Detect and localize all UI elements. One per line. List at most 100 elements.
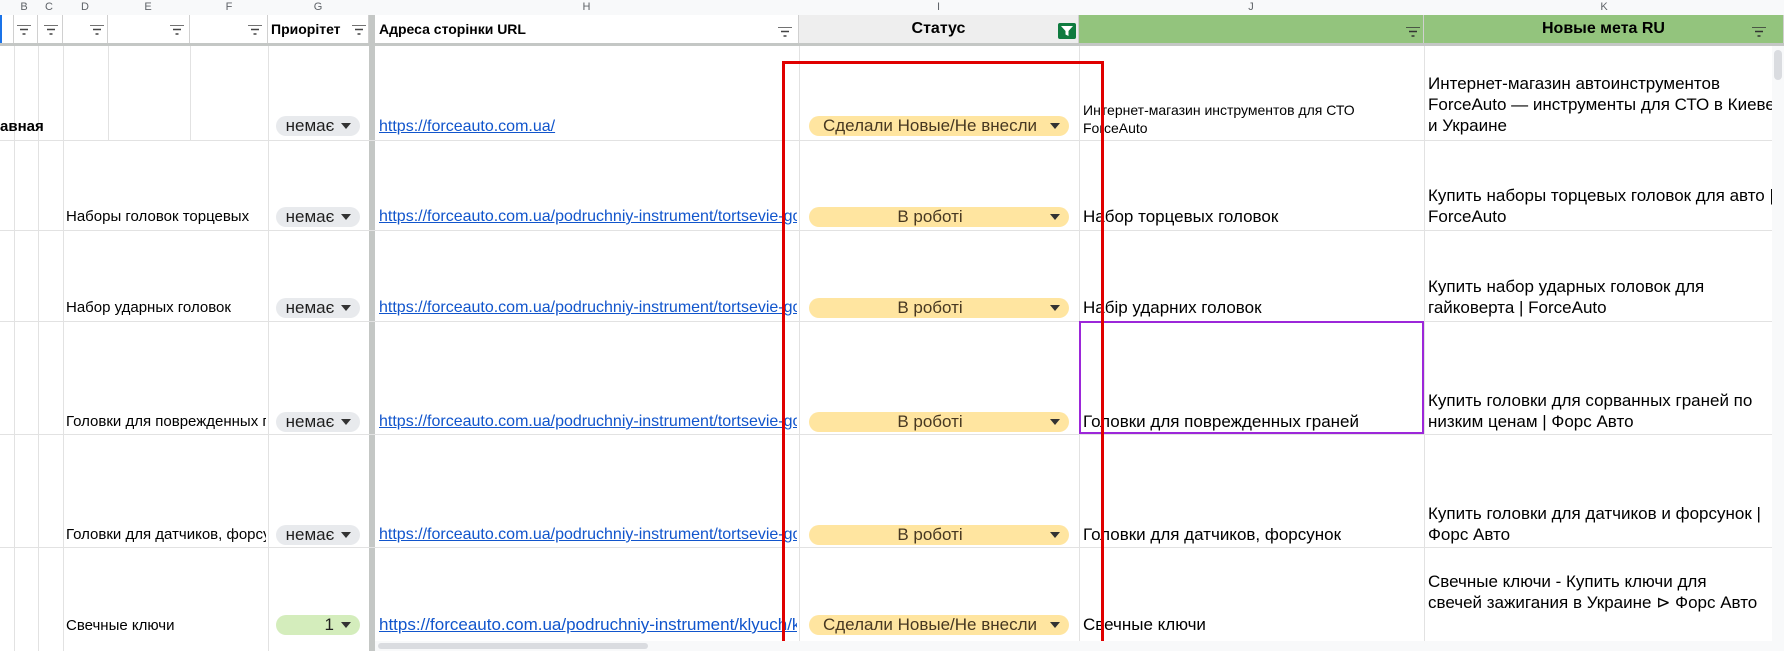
row-name[interactable]: Головки для поврежденных г (66, 412, 266, 432)
priority-chip-label: 1 (324, 615, 334, 634)
column-letter-k[interactable]: K (1424, 0, 1784, 15)
chevron-down-icon (1050, 622, 1060, 628)
page-url-link[interactable]: https://forceauto.com.ua/podruchniy-inst… (379, 615, 797, 635)
header-url[interactable]: Адреса сторінки URL (375, 15, 799, 43)
column-letter-h[interactable]: H (375, 0, 798, 15)
row-name[interactable]: Наборы головок торцевых (66, 207, 266, 227)
filter-active-icon[interactable] (1058, 23, 1076, 39)
priority-chip-label: немає (285, 207, 335, 226)
meta-new-cell[interactable]: Купить набор ударных головок для гайкове… (1428, 276, 1778, 318)
status-chip[interactable]: Сделали Новые/Не внесли (809, 116, 1069, 136)
meta-old-cell[interactable]: Головки для датчиков, форсунок (1083, 524, 1419, 545)
chevron-down-icon (1050, 419, 1060, 425)
chevron-down-icon (341, 305, 351, 311)
filter-icon[interactable] (248, 25, 262, 35)
vertical-scrollbar-thumb[interactable] (1774, 50, 1782, 80)
chevron-down-icon (341, 419, 351, 425)
chevron-down-icon (341, 532, 351, 538)
meta-new-cell[interactable]: Купить наборы торцевых головок для авто … (1428, 185, 1778, 227)
row-name[interactable]: Головки для датчиков, форсу (66, 525, 266, 545)
priority-chip[interactable]: немає (276, 525, 360, 545)
priority-chip[interactable]: немає (276, 298, 360, 318)
filter-icon[interactable] (1752, 27, 1766, 37)
row-name[interactable]: Свечные ключи (66, 616, 266, 636)
header-status[interactable]: Статус (799, 15, 1079, 43)
filter-icon[interactable] (17, 25, 31, 35)
meta-new-cell[interactable]: Интернет-магазин автоинструментов ForceA… (1428, 73, 1778, 136)
column-letter-d[interactable]: D (63, 0, 107, 15)
column-letter-g[interactable]: G (268, 0, 368, 15)
chevron-down-icon (341, 123, 351, 129)
chevron-down-icon (1050, 532, 1060, 538)
page-url-link[interactable]: https://forceauto.com.ua/podruchniy-inst… (379, 207, 797, 227)
frozen-column-divider-top[interactable] (369, 15, 375, 46)
status-chip-label: Сделали Новые/Не внесли (822, 116, 1037, 135)
page-url-link[interactable]: https://forceauto.com.ua/ (379, 117, 797, 137)
status-chip-label: Сделали Новые/Не внесли (822, 615, 1037, 634)
header-new-meta-ru[interactable]: Новые мета RU (1424, 15, 1784, 43)
column-letter-f[interactable]: F (190, 0, 268, 15)
status-chip[interactable]: Сделали Новые/Не внесли (809, 615, 1069, 635)
priority-chip-label: немає (285, 298, 335, 317)
status-chip[interactable]: В роботі (809, 298, 1069, 318)
meta-old-cell[interactable]: Набор торцевых головок (1083, 206, 1419, 227)
status-chip[interactable]: В роботі (809, 207, 1069, 227)
priority-chip[interactable]: немає (276, 116, 360, 136)
priority-chip[interactable]: немає (276, 412, 360, 432)
priority-chip-label: немає (285, 525, 335, 544)
column-letter-j[interactable]: J (1079, 0, 1423, 15)
column-letter-c[interactable]: C (38, 0, 60, 15)
header-meta-old[interactable] (1079, 15, 1424, 43)
table-row: Наборы головок торцевых немає https://fo… (0, 141, 1784, 230)
column-letter-b[interactable]: B (16, 0, 32, 15)
priority-chip-label: немає (285, 116, 335, 135)
page-url-link[interactable]: https://forceauto.com.ua/podruchniy-inst… (379, 412, 797, 432)
column-letter-e[interactable]: E (108, 0, 188, 15)
page-url-link[interactable]: https://forceauto.com.ua/podruchniy-inst… (379, 525, 797, 545)
header-priority-label: Приорітет (271, 21, 341, 37)
filter-icon[interactable] (170, 25, 184, 35)
filter-header-row: Приорітет Адреса сторінки URL Статус Нов… (0, 15, 1784, 46)
row-name[interactable]: Набор ударных головок (66, 298, 266, 318)
chevron-down-icon (1050, 123, 1060, 129)
filter-icon[interactable] (90, 25, 104, 35)
filter-icon[interactable] (44, 25, 58, 35)
filter-icon[interactable] (778, 27, 792, 37)
table-row: Свечные ключи 1 https://forceauto.com.ua… (0, 548, 1784, 643)
header-cell-a[interactable] (0, 15, 14, 43)
chevron-down-icon (341, 214, 351, 220)
table-row: авная немає https://forceauto.com.ua/ Сд… (0, 46, 1784, 140)
table-row: Головки для поврежденных г немає https:/… (0, 322, 1784, 434)
priority-chip[interactable]: немає (276, 207, 360, 227)
chevron-down-icon (341, 622, 351, 628)
meta-old-cell[interactable]: Свечные ключи (1083, 614, 1419, 635)
page-url-link[interactable]: https://forceauto.com.ua/podruchniy-inst… (379, 298, 797, 318)
priority-chip-label: немає (285, 412, 335, 431)
status-chip-label: В роботі (897, 525, 963, 544)
active-cell-selection[interactable] (1079, 321, 1424, 434)
status-chip-label: В роботі (897, 207, 963, 226)
table-row: Набор ударных головок немає https://forc… (0, 231, 1784, 321)
header-status-label: Статус (911, 20, 966, 37)
row-name[interactable]: авная (0, 117, 60, 137)
meta-new-cell[interactable]: Купить головки для датчиков и форсунок |… (1428, 503, 1778, 545)
status-chip[interactable]: В роботі (809, 412, 1069, 432)
header-new-meta-ru-label: Новые мета RU (1542, 20, 1665, 37)
filter-icon[interactable] (352, 25, 366, 35)
meta-old-cell[interactable]: Интернет-магазин инструментов для СТО Fo… (1083, 101, 1419, 137)
vertical-scrollbar-track[interactable] (1772, 46, 1784, 651)
status-chip[interactable]: В роботі (809, 525, 1069, 545)
meta-old-cell[interactable]: Набір ударних головок (1083, 297, 1419, 318)
meta-new-cell[interactable]: Купить головки для сорванных граней по н… (1428, 390, 1778, 432)
table-row: Головки для датчиков, форсу немає https:… (0, 435, 1784, 547)
column-letter-i[interactable]: I (799, 0, 1078, 15)
status-chip-label: В роботі (897, 412, 963, 431)
horizontal-scrollbar-thumb[interactable] (378, 643, 648, 649)
status-chip-label: В роботі (897, 298, 963, 317)
meta-new-cell[interactable]: Свечные ключи - Купить ключи для свечей … (1428, 571, 1758, 613)
priority-chip[interactable]: 1 (276, 615, 360, 635)
chevron-down-icon (1050, 214, 1060, 220)
header-url-label: Адреса сторінки URL (379, 21, 526, 37)
column-header-strip: B C D E F G H I J K (0, 0, 1784, 16)
filter-icon[interactable] (1406, 27, 1420, 37)
